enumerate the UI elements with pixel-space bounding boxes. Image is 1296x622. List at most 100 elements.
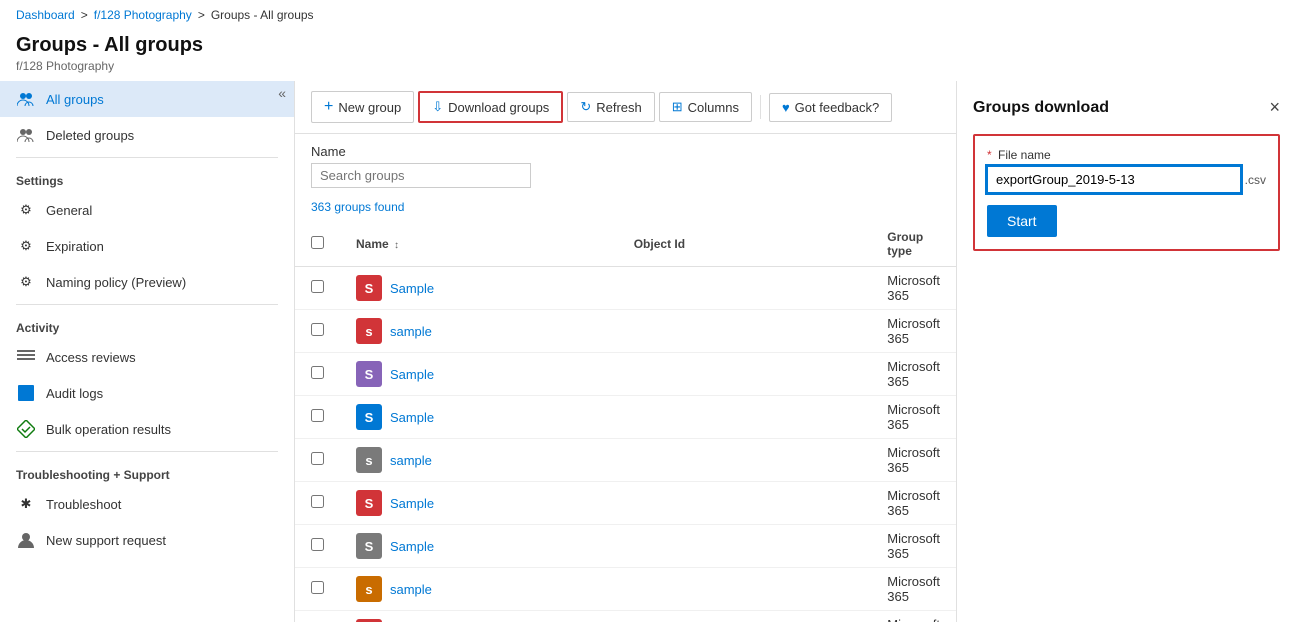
search-input-wrapper [311,163,531,188]
group-type-7: Microsoft 365 [871,568,956,611]
group-link-7[interactable]: sample [390,582,432,597]
troubleshoot-icon: ✱ [16,494,36,514]
sidebar-item-deleted-groups[interactable]: Deleted groups [0,117,294,153]
search-label: Name [311,144,940,159]
sidebar-item-new-support-label: New support request [46,533,166,548]
object-id-0 [618,267,872,310]
group-link-1[interactable]: sample [390,324,432,339]
group-type-0: Microsoft 365 [871,267,956,310]
close-panel-button[interactable]: × [1269,97,1280,118]
download-groups-button[interactable]: ⇩ Download groups [418,91,563,123]
group-link-6[interactable]: Sample [390,539,434,554]
table-row: s sample Microsoft 365 [295,310,956,353]
sidebar-item-all-groups[interactable]: All groups [0,81,294,117]
sidebar-item-naming-policy[interactable]: ⚙ Naming policy (Preview) [0,264,294,300]
breadcrumb-sep2: > [198,8,205,22]
group-avatar-1: s [356,318,382,344]
search-input[interactable] [320,168,522,183]
group-avatar-2: S [356,361,382,387]
name-cell-3: S Sample [356,404,602,430]
breadcrumb-sep1: > [81,8,88,22]
breadcrumb: Dashboard > f/128 Photography > Groups -… [0,0,1296,30]
name-cell-2: S Sample [356,361,602,387]
group-type-6: Microsoft 365 [871,525,956,568]
row-checkbox-2[interactable] [311,366,324,379]
col-object-id: Object Id [618,222,872,267]
sidebar-item-expiration[interactable]: ⚙ Expiration [0,228,294,264]
group-type-3: Microsoft 365 [871,396,956,439]
object-id-3 [618,396,872,439]
table-row: S Sample Microsoft 365 [295,267,956,310]
object-id-7 [618,568,872,611]
group-avatar-5: S [356,490,382,516]
group-avatar-7: s [356,576,382,602]
name-cell-1: s sample [356,318,602,344]
filename-label: * File name [987,148,1266,162]
group-link-3[interactable]: Sample [390,410,434,425]
filename-input[interactable] [987,166,1241,193]
group-avatar-3: S [356,404,382,430]
name-cell-7: s sample [356,576,602,602]
groups-table-container: Name ↕ Object Id Group type S Sample Mic… [295,222,956,622]
table-row: s sample Microsoft 365 [295,439,956,482]
object-id-5 [618,482,872,525]
columns-button[interactable]: ⊞ Columns [659,92,752,122]
table-row: S Sample Microsoft 365 [295,525,956,568]
group-type-5: Microsoft 365 [871,482,956,525]
sidebar-item-audit-logs[interactable]: Audit logs [0,375,294,411]
sidebar-item-general[interactable]: ⚙ General [0,192,294,228]
select-all-checkbox[interactable] [311,236,324,249]
download-icon: ⇩ [432,99,443,115]
group-link-4[interactable]: sample [390,453,432,468]
group-link-2[interactable]: Sample [390,367,434,382]
object-id-2 [618,353,872,396]
sidebar-item-access-reviews-label: Access reviews [46,350,136,365]
object-id-1 [618,310,872,353]
name-cell-0: S Sample [356,275,602,301]
sidebar-item-all-groups-label: All groups [46,92,104,107]
breadcrumb-dashboard[interactable]: Dashboard [16,8,75,22]
sidebar-item-deleted-groups-label: Deleted groups [46,128,134,143]
access-reviews-icon [16,347,36,367]
sidebar-collapse-button[interactable]: « [278,85,286,101]
row-checkbox-4[interactable] [311,452,324,465]
results-count: 363 groups found [295,198,956,222]
group-type-1: Microsoft 365 [871,310,956,353]
sidebar-item-troubleshoot[interactable]: ✱ Troubleshoot [0,486,294,522]
table-row: s sample Microsoft 365 [295,568,956,611]
content-area: + New group ⇩ Download groups ↻ Refresh … [295,81,956,622]
breadcrumb-tenant[interactable]: f/128 Photography [94,8,192,22]
download-panel: Groups download × * File name .csv Start [956,81,1296,622]
table-row: S Sample Microsoft 365 [295,482,956,525]
row-checkbox-7[interactable] [311,581,324,594]
refresh-label: Refresh [596,100,642,115]
feedback-button[interactable]: ♥ Got feedback? [769,93,892,122]
sidebar-item-access-reviews[interactable]: Access reviews [0,339,294,375]
sidebar-item-new-support[interactable]: New support request [0,522,294,558]
group-type-2: Microsoft 365 [871,353,956,396]
row-checkbox-0[interactable] [311,280,324,293]
gear-icon-naming: ⚙ [16,272,36,292]
required-marker: * [987,148,992,162]
object-id-4 [618,439,872,482]
group-link-5[interactable]: Sample [390,496,434,511]
row-checkbox-3[interactable] [311,409,324,422]
group-link-0[interactable]: Sample [390,281,434,296]
refresh-button[interactable]: ↻ Refresh [567,92,654,122]
new-group-label: New group [338,100,401,115]
start-button[interactable]: Start [987,205,1057,237]
search-area: Name [295,134,956,198]
row-checkbox-1[interactable] [311,323,324,336]
col-group-type: Group type [871,222,956,267]
all-groups-icon [16,89,36,109]
download-groups-label: Download groups [448,100,549,115]
csv-extension: .csv [1245,173,1266,187]
activity-section-label: Activity [0,309,294,339]
sidebar: « All groups Deleted groups Settings ⚙ G… [0,81,295,622]
new-group-button[interactable]: + New group [311,91,414,123]
row-checkbox-5[interactable] [311,495,324,508]
row-checkbox-6[interactable] [311,538,324,551]
refresh-icon: ↻ [580,99,591,115]
sidebar-item-bulk-ops[interactable]: Bulk operation results [0,411,294,447]
panel-title: Groups download [973,99,1109,117]
